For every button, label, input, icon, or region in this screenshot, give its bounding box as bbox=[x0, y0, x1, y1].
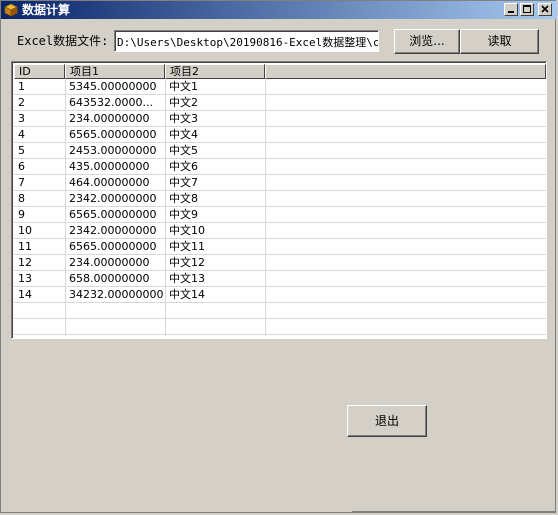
window-title: 数据计算 bbox=[22, 3, 71, 17]
app-icon bbox=[4, 3, 18, 17]
cell-item2: 中文6 bbox=[169, 160, 198, 173]
table-row[interactable]: 7 464.00000000 中文7 bbox=[14, 175, 546, 191]
cell-item1: 34232.00000000 bbox=[69, 288, 164, 301]
table-row[interactable]: 4 6565.00000000 中文4 bbox=[14, 127, 546, 143]
cell-item1: 2342.00000000 bbox=[69, 224, 157, 237]
cell-item1: 234.00000000 bbox=[69, 112, 150, 125]
maximize-button[interactable] bbox=[520, 3, 534, 16]
browse-button[interactable]: 浏览... bbox=[394, 29, 460, 54]
table-row[interactable]: 5 2453.00000000 中文5 bbox=[14, 143, 546, 159]
excel-file-label: Excel数据文件: bbox=[17, 34, 109, 48]
cell-id: 10 bbox=[18, 224, 32, 237]
column-header-filler bbox=[265, 64, 546, 79]
cell-item1: 5345.00000000 bbox=[69, 80, 157, 93]
cell-item1: 658.00000000 bbox=[69, 272, 150, 285]
cell-item1: 6565.00000000 bbox=[69, 128, 157, 141]
table-row[interactable]: 13 658.00000000 中文13 bbox=[14, 271, 546, 287]
cell-item1: 2342.00000000 bbox=[69, 192, 157, 205]
cell-item2: 中文9 bbox=[169, 208, 198, 221]
table-row[interactable]: 8 2342.00000000 中文8 bbox=[14, 191, 546, 207]
close-button[interactable] bbox=[538, 3, 552, 16]
column-divider bbox=[265, 79, 266, 336]
table-row[interactable]: 9 6565.00000000 中文9 bbox=[14, 207, 546, 223]
cell-item2: 中文14 bbox=[169, 288, 205, 301]
cell-item2: 中文10 bbox=[169, 224, 205, 237]
cell-id: 11 bbox=[18, 240, 32, 253]
file-path-input[interactable]: D:\Users\Desktop\20190816-Excel数据整理\cs.x… bbox=[114, 30, 379, 52]
column-header-item2[interactable]: 项目2 bbox=[165, 64, 265, 79]
table-row[interactable]: 11 6565.00000000 中文11 bbox=[14, 239, 546, 255]
cell-id: 6 bbox=[18, 160, 25, 173]
minimize-button[interactable] bbox=[504, 3, 518, 16]
cell-id: 14 bbox=[18, 288, 32, 301]
table-row[interactable]: 3 234.00000000 中文3 bbox=[14, 111, 546, 127]
cell-id: 5 bbox=[18, 144, 25, 157]
cell-id: 3 bbox=[18, 112, 25, 125]
title-bar[interactable]: 数据计算 bbox=[1, 1, 557, 19]
cell-id: 7 bbox=[18, 176, 25, 189]
table-row[interactable]: 2 643532.0000... 中文2 bbox=[14, 95, 546, 111]
table-row[interactable]: 12 234.00000000 中文12 bbox=[14, 255, 546, 271]
cell-item1: 464.00000000 bbox=[69, 176, 150, 189]
cell-id: 12 bbox=[18, 256, 32, 269]
app-window: 数据计算 Excel数据文件: D:\Users\Desktop\2019081… bbox=[0, 0, 557, 513]
empty-row bbox=[14, 335, 546, 338]
cell-item1: 435.00000000 bbox=[69, 160, 150, 173]
cell-id: 9 bbox=[18, 208, 25, 221]
cell-item1: 643532.0000... bbox=[69, 96, 153, 109]
cell-item2: 中文2 bbox=[169, 96, 198, 109]
cell-id: 1 bbox=[18, 80, 25, 93]
cell-item2: 中文4 bbox=[169, 128, 198, 141]
table-row[interactable]: 10 2342.00000000 中文10 bbox=[14, 223, 546, 239]
table-row[interactable]: 6 435.00000000 中文6 bbox=[14, 159, 546, 175]
data-list-view[interactable]: ID 项目1 项目2 1 5345.00000000 中文1 2 643532.0000… bbox=[11, 61, 547, 339]
cell-item1: 2453.00000000 bbox=[69, 144, 157, 157]
list-header: ID 项目1 项目2 bbox=[14, 64, 546, 79]
exit-button[interactable]: 退出 bbox=[347, 405, 427, 437]
cell-item2: 中文8 bbox=[169, 192, 198, 205]
column-divider bbox=[165, 79, 166, 336]
cell-id: 2 bbox=[18, 96, 25, 109]
column-divider bbox=[65, 79, 66, 336]
column-header-id[interactable]: ID bbox=[14, 64, 65, 79]
cell-item2: 中文12 bbox=[169, 256, 205, 269]
empty-row bbox=[14, 303, 546, 319]
cell-item2: 中文5 bbox=[169, 144, 198, 157]
cell-item2: 中文3 bbox=[169, 112, 198, 125]
table-row[interactable]: 14 34232.00000000 中文14 bbox=[14, 287, 546, 303]
empty-row bbox=[14, 319, 546, 335]
table-row[interactable]: 1 5345.00000000 中文1 bbox=[14, 79, 546, 95]
cell-item2: 中文11 bbox=[169, 240, 205, 253]
column-header-item1[interactable]: 项目1 bbox=[65, 64, 165, 79]
cell-item1: 6565.00000000 bbox=[69, 240, 157, 253]
cell-item2: 中文1 bbox=[169, 80, 198, 93]
bottom-edge bbox=[352, 511, 556, 513]
cell-id: 13 bbox=[18, 272, 32, 285]
read-button[interactable]: 读取 bbox=[460, 29, 539, 54]
cell-item2: 中文7 bbox=[169, 176, 198, 189]
cell-item2: 中文13 bbox=[169, 272, 205, 285]
cell-id: 4 bbox=[18, 128, 25, 141]
cell-item1: 6565.00000000 bbox=[69, 208, 157, 221]
cell-id: 8 bbox=[18, 192, 25, 205]
cell-item1: 234.00000000 bbox=[69, 256, 150, 269]
